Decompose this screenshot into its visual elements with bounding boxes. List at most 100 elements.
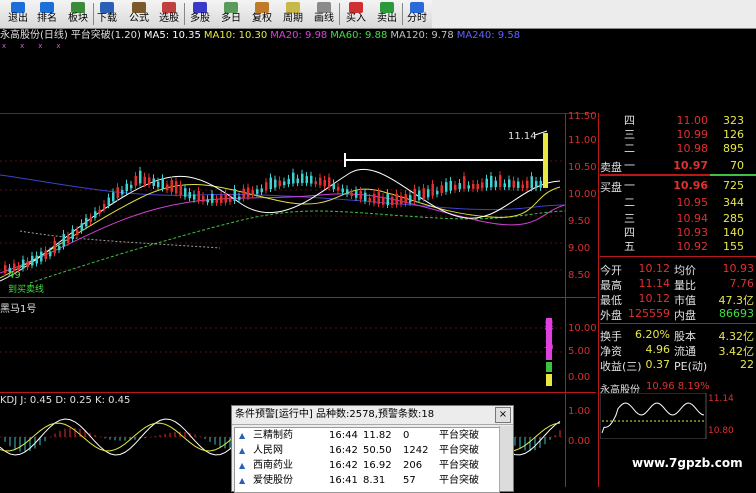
toolbar-button-label: 画线 xyxy=(314,13,334,24)
alert-row[interactable]: ▲ 人民网 16:42 50.50 1242 平台突破 xyxy=(235,443,499,458)
high-price-label: 11.14 xyxy=(508,131,537,142)
candle-body xyxy=(35,255,38,264)
adjust-icon xyxy=(255,2,269,13)
alert-row[interactable]: ▲ 爱使股份 16:41 8.31 57 平台突破 xyxy=(235,473,499,488)
candle-body xyxy=(328,177,331,188)
toolbar-button-label: 复权 xyxy=(252,13,272,24)
indicator-side-text-2: 马 xyxy=(544,341,554,352)
alert-time: 16:41 xyxy=(329,475,358,486)
candle-body xyxy=(71,229,74,239)
candle-body xyxy=(404,194,407,204)
candle-body xyxy=(490,175,493,188)
alert-row[interactable]: ▲ 西南药业 16:42 16.92 206 平台突破 xyxy=(235,458,499,473)
candle-body xyxy=(449,180,452,191)
candle-body xyxy=(251,190,254,196)
order-volume: 323 xyxy=(723,114,744,127)
candle-body xyxy=(332,183,335,190)
toolbar-button-label: 多股 xyxy=(190,13,210,24)
intraday-icon xyxy=(410,2,424,13)
quote-value: 4.32亿 xyxy=(718,330,755,343)
popup-scrollbar[interactable] xyxy=(499,426,513,491)
toolbar-button-label: 排名 xyxy=(37,13,57,24)
alert-cond: 平台突破 xyxy=(439,475,479,486)
toolbar-button-1[interactable]: 排名 xyxy=(32,1,62,27)
candle-body xyxy=(247,187,250,198)
quote-value: 47.3亿 xyxy=(718,294,755,307)
quote-label: 今开 xyxy=(600,264,622,277)
candle-body xyxy=(539,180,542,188)
order-book-row[interactable]: 二 10.98 895 xyxy=(600,142,756,156)
close-icon[interactable]: × xyxy=(495,407,511,423)
candle-body xyxy=(454,184,457,190)
toolbar-button-2[interactable]: 板块 xyxy=(63,1,93,27)
order-price: 10.92 xyxy=(676,240,709,253)
toolbar-button-7[interactable]: 多日 xyxy=(216,1,246,27)
candle-body xyxy=(202,196,205,202)
candle-body xyxy=(130,184,133,189)
buy-icon xyxy=(349,2,363,13)
toolbar-separator xyxy=(339,3,340,25)
toolbar-button-5[interactable]: 选股 xyxy=(154,1,184,27)
toolbar-button-0[interactable]: 退出 xyxy=(3,1,33,27)
alert-name: 西南药业 xyxy=(253,460,293,471)
quote-label: PE(动) xyxy=(674,360,708,373)
toolbar-button-3[interactable]: 下载 xyxy=(92,1,122,27)
mini-chart-price: 10.96 8.19% xyxy=(646,381,710,392)
alert-list[interactable]: ▲ 三精制药 16:44 11.82 0 平台突破 ▲ 人民网 16:42 50.50 1242 平台… xyxy=(234,427,500,493)
quote-label: 最高 xyxy=(600,279,622,292)
candle-body xyxy=(125,183,128,192)
price-axis-label: 8.50 xyxy=(568,270,591,281)
order-book-row[interactable]: 四 10.93 140 xyxy=(600,226,756,240)
alert-cond: 平台突破 xyxy=(439,445,479,456)
toolbar-button-13[interactable]: 分时 xyxy=(402,1,432,27)
alert-price: 11.82 xyxy=(363,430,392,441)
order-volume: 344 xyxy=(723,196,744,209)
candle-body xyxy=(418,190,421,201)
multi-stock-icon xyxy=(193,2,207,13)
order-price: 10.96 xyxy=(673,179,708,192)
candle-body xyxy=(269,177,272,190)
order-book-row[interactable]: 一 10.96 725 xyxy=(600,179,756,193)
alert-row[interactable]: ▲ 三精制药 16:44 11.82 0 平台突破 xyxy=(235,428,499,443)
toolbar-button-6[interactable]: 多股 xyxy=(185,1,215,27)
candlestick-chart[interactable] xyxy=(0,113,565,297)
low-price-label: 49 xyxy=(8,270,21,281)
toolbar-button-label: 多日 xyxy=(221,13,241,24)
alert-price: 50.50 xyxy=(363,445,392,456)
quote-label: 最低 xyxy=(600,294,622,307)
candle-body xyxy=(458,183,461,190)
quote-value: 10.12 xyxy=(638,262,671,275)
candle-body xyxy=(530,176,533,189)
candle-body xyxy=(179,184,182,196)
toolbar-button-9[interactable]: 周期 xyxy=(278,1,308,27)
candle-body xyxy=(256,189,259,194)
price-axis-label: 10.00 xyxy=(568,189,597,200)
order-book-row[interactable]: 二 10.95 344 xyxy=(600,196,756,210)
quote-value: 22 xyxy=(740,358,754,371)
toolbar-button-8[interactable]: 复权 xyxy=(247,1,277,27)
toolbar-button-label: 周期 xyxy=(283,13,303,24)
toolbar-button-12[interactable]: 卖出 xyxy=(372,1,402,27)
price-axis-label: 9.00 xyxy=(568,243,591,254)
candle-body xyxy=(184,188,187,197)
candle-body xyxy=(40,251,43,262)
order-book-row[interactable]: 三 10.94 285 xyxy=(600,212,756,226)
candle-body xyxy=(467,185,470,189)
toolbar-button-4[interactable]: 公式 xyxy=(124,1,154,27)
order-book-row[interactable]: 五 10.92 155 xyxy=(600,240,756,254)
candle-body xyxy=(193,194,196,200)
toolbar-button-10[interactable]: 画线 xyxy=(309,1,339,27)
alert-popup[interactable]: 条件预警[运行中] 品种数:2578,预警条数:18 × ▲ 三精制药 16:44 1… xyxy=(231,405,514,493)
order-book-row[interactable]: 一 10.97 70 xyxy=(600,159,756,173)
candle-body xyxy=(175,181,178,194)
indicator-side-text-1: 黑 xyxy=(544,321,554,332)
order-level: 一 xyxy=(624,159,635,172)
toolbar-button-11[interactable]: 买入 xyxy=(341,1,371,27)
order-book-row[interactable]: 四 11.00 323 xyxy=(600,114,756,128)
order-book-row[interactable]: 三 10.99 126 xyxy=(600,128,756,142)
indicator-chart xyxy=(0,318,565,386)
order-level: 四 xyxy=(624,226,635,239)
alert-vol: 57 xyxy=(403,475,416,486)
candle-body xyxy=(31,255,34,266)
order-price: 10.98 xyxy=(676,142,709,155)
